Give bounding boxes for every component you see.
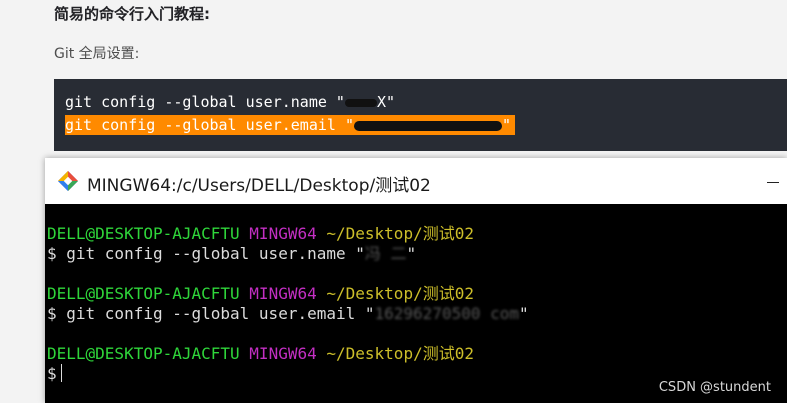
code-block[interactable]: git config --global user.name " X" git co… — [54, 79, 787, 151]
git-bash-icon — [58, 171, 78, 191]
masked-value: 冯 二 — [364, 244, 407, 263]
input-line[interactable]: $ — [47, 364, 62, 384]
csdn-watermark: CSDN @stundent — [658, 380, 771, 395]
prompt-header: DELL@DESKTOP-AJACFTU MINGW64 ~/Desktop/测… — [47, 284, 474, 304]
command-text: $ git config --global user.email " — [47, 304, 375, 323]
prompt-path: ~/Desktop/测试02 — [326, 224, 474, 243]
prompt-symbol: $ — [47, 364, 57, 383]
redaction-mark — [353, 120, 502, 131]
prompt-shell: MINGW64 — [249, 224, 317, 243]
code-line-name-end: X" — [376, 93, 396, 111]
command-line: $ git config --global user.email "162962… — [47, 304, 529, 324]
prompt-shell: MINGW64 — [249, 284, 317, 303]
section-heading: 简易的命令行入门教程: — [54, 5, 210, 23]
git-setup-label: Git 全局设置: — [54, 46, 140, 62]
code-line-name: git config --global user.name " X" — [65, 92, 395, 112]
code-line-email-end: " — [501, 116, 512, 134]
prompt-user: DELL@DESKTOP-AJACFTU — [47, 344, 240, 363]
command-text: $ git config --global user.name " — [47, 244, 365, 263]
window-titlebar[interactable]: MINGW64:/c/Users/DELL/Desktop/测试02 — [45, 158, 787, 204]
command-line: $ git config --global user.name "冯 二" — [47, 244, 416, 264]
command-end: " — [519, 304, 529, 323]
masked-value: 16296270500 com — [374, 304, 520, 323]
prompt-header: DELL@DESKTOP-AJACFTU MINGW64 ~/Desktop/测… — [47, 224, 474, 244]
terminal-area[interactable]: DELL@DESKTOP-AJACFTU MINGW64 ~/Desktop/测… — [45, 204, 787, 403]
prompt-path: ~/Desktop/测试02 — [326, 344, 474, 363]
code-line-name-text: git config --global user.name " — [65, 93, 345, 111]
prompt-path: ~/Desktop/测试02 — [326, 284, 474, 303]
command-end: " — [406, 244, 417, 263]
prompt-user: DELL@DESKTOP-AJACFTU — [47, 284, 240, 303]
git-bash-window[interactable]: MINGW64:/c/Users/DELL/Desktop/测试02 DELL@… — [45, 158, 787, 403]
prompt-header: DELL@DESKTOP-AJACFTU MINGW64 ~/Desktop/测… — [47, 344, 474, 364]
code-line-email-selected[interactable]: git config --global user.email " " — [65, 115, 516, 135]
redaction-mark — [344, 98, 377, 107]
minimize-button[interactable] — [763, 170, 783, 190]
prompt-shell: MINGW64 — [249, 344, 317, 363]
text-cursor — [60, 364, 62, 382]
prompt-user: DELL@DESKTOP-AJACFTU — [47, 224, 240, 243]
window-title: MINGW64:/c/Users/DELL/Desktop/测试02 — [87, 176, 431, 196]
code-line-email-text: git config --global user.email " — [65, 116, 354, 134]
